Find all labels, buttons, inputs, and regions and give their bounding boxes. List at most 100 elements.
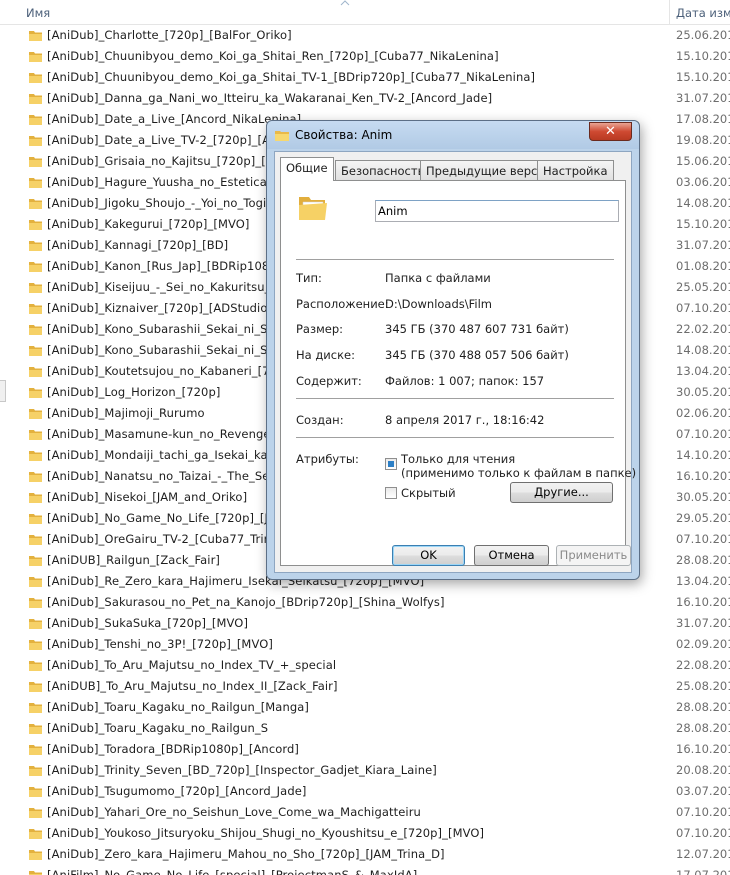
list-item[interactable]: [AniDub]_To_Aru_Majutsu_no_Index_TV_+_sp… <box>0 655 730 676</box>
dialog-title: Свойства: Anim <box>295 128 393 142</box>
file-name: [AniDub]_Log_Horizon_[720p] <box>47 385 221 399</box>
folder-icon <box>29 262 42 272</box>
tab-customize[interactable]: Настройка <box>537 160 614 180</box>
folder-icon <box>29 493 42 503</box>
file-date: 07.10.2017 <box>676 427 730 441</box>
sort-ascending-icon <box>340 0 350 6</box>
file-date: 07.10.2017 <box>676 301 730 315</box>
file-date: 13.04.2017 <box>676 364 730 378</box>
advanced-button[interactable]: Другие... <box>510 482 613 503</box>
file-date: 15.10.2017 <box>676 70 730 84</box>
list-item[interactable]: [AniDUB]_To_Aru_Majutsu_no_Index_II_[Zac… <box>0 676 730 697</box>
list-item[interactable]: [AniDub]_Tenshi_no_3P!_[720p]_[MVO] 02.09… <box>0 634 730 655</box>
file-date: 14.08.2017 <box>676 343 730 357</box>
folder-icon <box>29 871 42 875</box>
hidden-label: Скрытый <box>401 486 456 500</box>
file-name: [AniDub]_Kanon_[Rus_Jap]_[BDRip1080p_ <box>47 259 290 273</box>
tab-security[interactable]: Безопасность <box>335 160 431 180</box>
folder-icon <box>29 682 42 692</box>
list-item[interactable]: [AniDub]_Chuunibyou_demo_Koi_ga_Shitai_T… <box>0 67 730 88</box>
file-date: 07.10.2017 <box>676 826 730 840</box>
file-name: [AniDub]_Kono_Subarashii_Sekai_ni_Shuk <box>47 343 290 357</box>
file-name: [AniDub]_Kono_Subarashii_Sekai_ni_Shuk <box>47 322 290 336</box>
file-name: [AniDub]_Grisaia_no_Kajitsu_[720p]_[MVO <box>47 154 293 168</box>
file-name: [AniDub]_Majimoji_Rurumo <box>47 406 205 420</box>
folder-icon <box>29 619 42 629</box>
folder-icon <box>29 178 42 188</box>
file-date: 22.02.2017 <box>676 322 730 336</box>
list-item[interactable]: [AniDub]_SukaSuka_[720p]_[MVO] 31.07.2017 <box>0 613 730 634</box>
folder-icon <box>29 367 42 377</box>
ok-button[interactable]: OK <box>392 545 465 566</box>
file-name: [AniDub]_Chuunibyou_demo_Koi_ga_Shitai_R… <box>47 49 499 63</box>
properties-dialog: Свойства: Anim ✕ Общие Безопасность Пред… <box>266 120 640 580</box>
list-item[interactable]: [AniDub]_Toaru_Kagaku_no_Railgun_S 28.08.… <box>0 718 730 739</box>
file-date: 30.05.2017 <box>676 385 730 399</box>
file-name: [AniDUB]_Railgun_[Zack_Fair] <box>47 553 220 567</box>
file-date: 22.08.2017 <box>676 658 730 672</box>
folder-icon <box>29 514 42 524</box>
file-date: 30.05.2017 <box>676 490 730 504</box>
file-name: [AniDub]_Hagure_Yuusha_no_Estetica_[O <box>47 175 287 189</box>
close-button[interactable]: ✕ <box>589 122 632 141</box>
file-date: 01.08.2017 <box>676 259 730 273</box>
list-item[interactable]: [AniDub]_Yahari_Ore_no_Seishun_Love_Come… <box>0 802 730 823</box>
list-item[interactable]: [AniDub]_Trinity_Seven_[BD_720p]_[Inspec… <box>0 760 730 781</box>
list-item[interactable]: [AniFilm]_No_Game_No_Life_[special]_[Pro… <box>0 865 730 875</box>
file-name: [AniDub]_Date_a_Live_TV-2_[720p]_[Anco <box>47 133 291 147</box>
general-tab-page: Тип: Папка с файлами Расположение: D:\Do… <box>280 180 636 566</box>
list-item[interactable]: [AniDub]_Tsugumomo_[720p]_[Ancord_Jade] 0… <box>0 781 730 802</box>
column-separator[interactable] <box>669 0 670 25</box>
folder-icon <box>29 829 42 839</box>
file-date: 15.10.2017 <box>676 49 730 63</box>
file-date: 25.05.2017 <box>676 280 730 294</box>
apply-button[interactable]: Применить <box>556 545 631 566</box>
location-label: Расположение: <box>296 297 389 311</box>
file-date: 12.07.2017 <box>676 847 730 861</box>
file-name: [AniDub]_No_Game_No_Life_[720p]_[JAM <box>47 511 286 525</box>
folder-icon <box>29 451 42 461</box>
readonly-label: Только для чтения <box>401 452 516 466</box>
folder-icon <box>29 157 42 167</box>
folder-icon <box>29 766 42 776</box>
list-item[interactable]: [AniDub]_Toradora_[BDRip1080p]_[Ancord] 1… <box>0 739 730 760</box>
list-item[interactable]: [AniDub]_Sakurasou_no_Pet_na_Kanojo_[BDr… <box>0 592 730 613</box>
list-item[interactable]: [AniDub]_Chuunibyou_demo_Koi_ga_Shitai_R… <box>0 46 730 67</box>
contains-value: Файлов: 1 007; папок: 157 <box>385 374 545 388</box>
column-date-header[interactable]: Дата изме <box>676 6 730 20</box>
file-name: [AniDub]_SukaSuka_[720p]_[MVO] <box>47 616 249 630</box>
tab-general[interactable]: Общие <box>280 157 334 181</box>
folder-icon <box>29 388 42 398</box>
folder-icon <box>29 73 42 83</box>
file-date: 17.07.2017 <box>676 868 730 875</box>
file-date: 15.10.2017 <box>676 217 730 231</box>
file-date: 15.06.2017 <box>676 154 730 168</box>
file-date: 14.08.2017 <box>676 196 730 210</box>
cancel-button[interactable]: Отмена <box>474 545 549 566</box>
file-date: 20.08.2017 <box>676 763 730 777</box>
folder-icon <box>29 472 42 482</box>
close-icon: ✕ <box>605 124 616 139</box>
file-name: [AniDub]_Kannagi_[720p]_[BD] <box>47 238 229 252</box>
hidden-checkbox[interactable] <box>385 487 397 499</box>
file-name: [AniDub]_Nisekoi_[JAM_and_Oriko] <box>47 490 248 504</box>
column-name-header[interactable]: Имя <box>26 6 50 20</box>
file-date: 13.04.2017 <box>676 574 730 588</box>
list-item[interactable]: [AniDub]_Toaru_Kagaku_no_Railgun_[Manga]… <box>0 697 730 718</box>
folder-icon <box>29 220 42 230</box>
folder-icon <box>29 703 42 713</box>
divider <box>296 437 614 438</box>
list-item[interactable]: [AniDub]_Youkoso_Jitsuryoku_Shijou_Shugi… <box>0 823 730 844</box>
folder-name-input[interactable] <box>375 200 619 222</box>
dialog-titlebar[interactable]: Свойства: Anim ✕ <box>267 121 639 149</box>
file-date: 03.06.2017 <box>676 175 730 189</box>
readonly-checkbox[interactable] <box>385 458 397 470</box>
file-date: 07.10.2017 <box>676 532 730 546</box>
folder-icon <box>29 808 42 818</box>
list-item[interactable]: [AniDub]_Danna_ga_Nani_wo_Itteiru_ka_Wak… <box>0 88 730 109</box>
file-name: [AniDub]_Mondaiji_tachi_ga_Isekai_kara_k <box>47 448 293 462</box>
file-date: 14.10.2017 <box>676 448 730 462</box>
list-item[interactable]: [AniDub]_Charlotte_[720p]_[BalFor_Oriko]… <box>0 25 730 46</box>
list-item[interactable]: [AniDub]_Zero_kara_Hajimeru_Mahou_no_Sho… <box>0 844 730 865</box>
folder-icon <box>29 556 42 566</box>
